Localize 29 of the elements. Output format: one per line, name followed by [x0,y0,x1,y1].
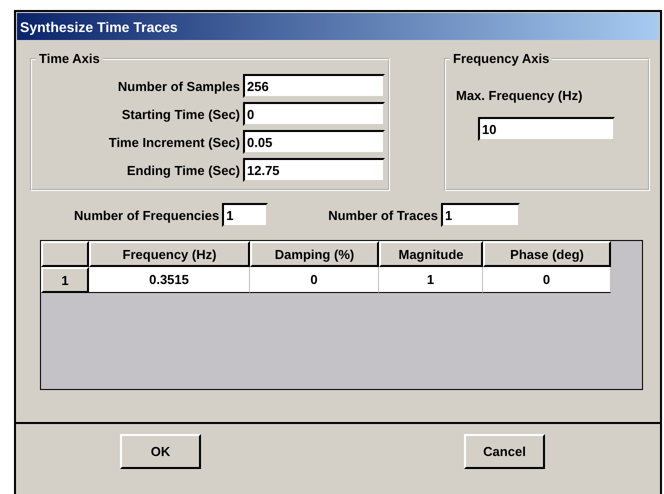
input-field[interactable]: 1 [222,203,268,227]
input-field[interactable]: 10 [478,117,615,141]
column-header[interactable]: Damping (%) [250,241,379,267]
column-header[interactable]: Magnitude [379,241,483,267]
field-label: Time Increment (Sec) [108,134,240,150]
field-label: Number of Traces [328,208,438,222]
field-label: Max. Frequency (Hz) [456,88,582,103]
table-cell: 0 [483,267,611,293]
column-header[interactable]: Phase (deg) [483,241,611,267]
table-cell: 0.3515 [89,267,250,293]
dialog-button[interactable]: Cancel [464,434,545,469]
table-cell: 0 [250,267,379,293]
input-field[interactable]: 1 [441,203,520,227]
column-header[interactable]: Frequency (Hz) [89,241,250,267]
field-label: Ending Time (Sec) [126,162,240,178]
field-label: Number of Frequencies [74,208,220,222]
window-title: Synthesize Time Traces [20,18,178,34]
input-field[interactable]: 0.05 [243,130,385,154]
field-label: Starting Time (Sec) [122,106,240,122]
table-cell: 1 [379,267,483,293]
row-header[interactable]: 1 [41,267,89,293]
input-field[interactable]: 12.75 [243,158,385,182]
input-field[interactable]: 0 [243,102,385,126]
corner-header [41,241,89,267]
input-field[interactable]: 256 [243,74,385,98]
group-title: Frequency Axis [452,51,550,66]
field-label: Number of Samples [118,78,240,94]
group-title: Time Axis [38,51,101,66]
dialog-button[interactable]: OK [120,434,201,469]
